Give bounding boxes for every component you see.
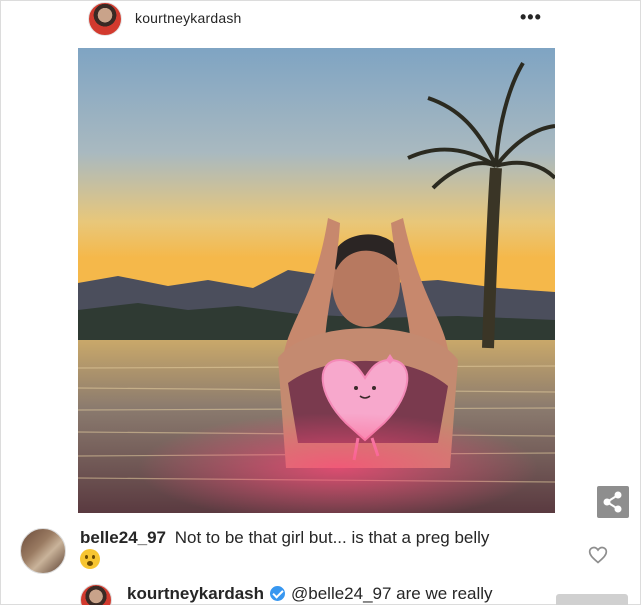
post-username[interactable]: kourtneykardash — [135, 10, 242, 26]
share-icon — [603, 491, 622, 513]
comment-body: Not to be that girl but... is that a pre… — [174, 528, 490, 547]
hushed-face-emoji-icon — [80, 549, 100, 569]
reply-username[interactable]: kourtneykardash — [127, 584, 264, 603]
avatar[interactable] — [88, 2, 122, 36]
post-header: kourtneykardash ••• — [88, 0, 558, 40]
more-options-icon[interactable]: ••• — [520, 7, 542, 28]
comment-username[interactable]: belle24_97 — [80, 528, 166, 547]
comment: belle24_97 Not to be that girl but... is… — [80, 527, 560, 549]
bottom-tag — [556, 594, 628, 605]
reply: kourtneykardash @belle24_97 are we really — [127, 583, 607, 605]
share-button[interactable] — [597, 486, 629, 518]
heart-outline-icon[interactable] — [588, 545, 608, 565]
reply-body: @belle24_97 are we really — [291, 584, 493, 603]
verified-badge-icon — [270, 586, 285, 601]
comment-avatar[interactable] — [20, 528, 66, 574]
post-photo[interactable] — [78, 48, 555, 513]
